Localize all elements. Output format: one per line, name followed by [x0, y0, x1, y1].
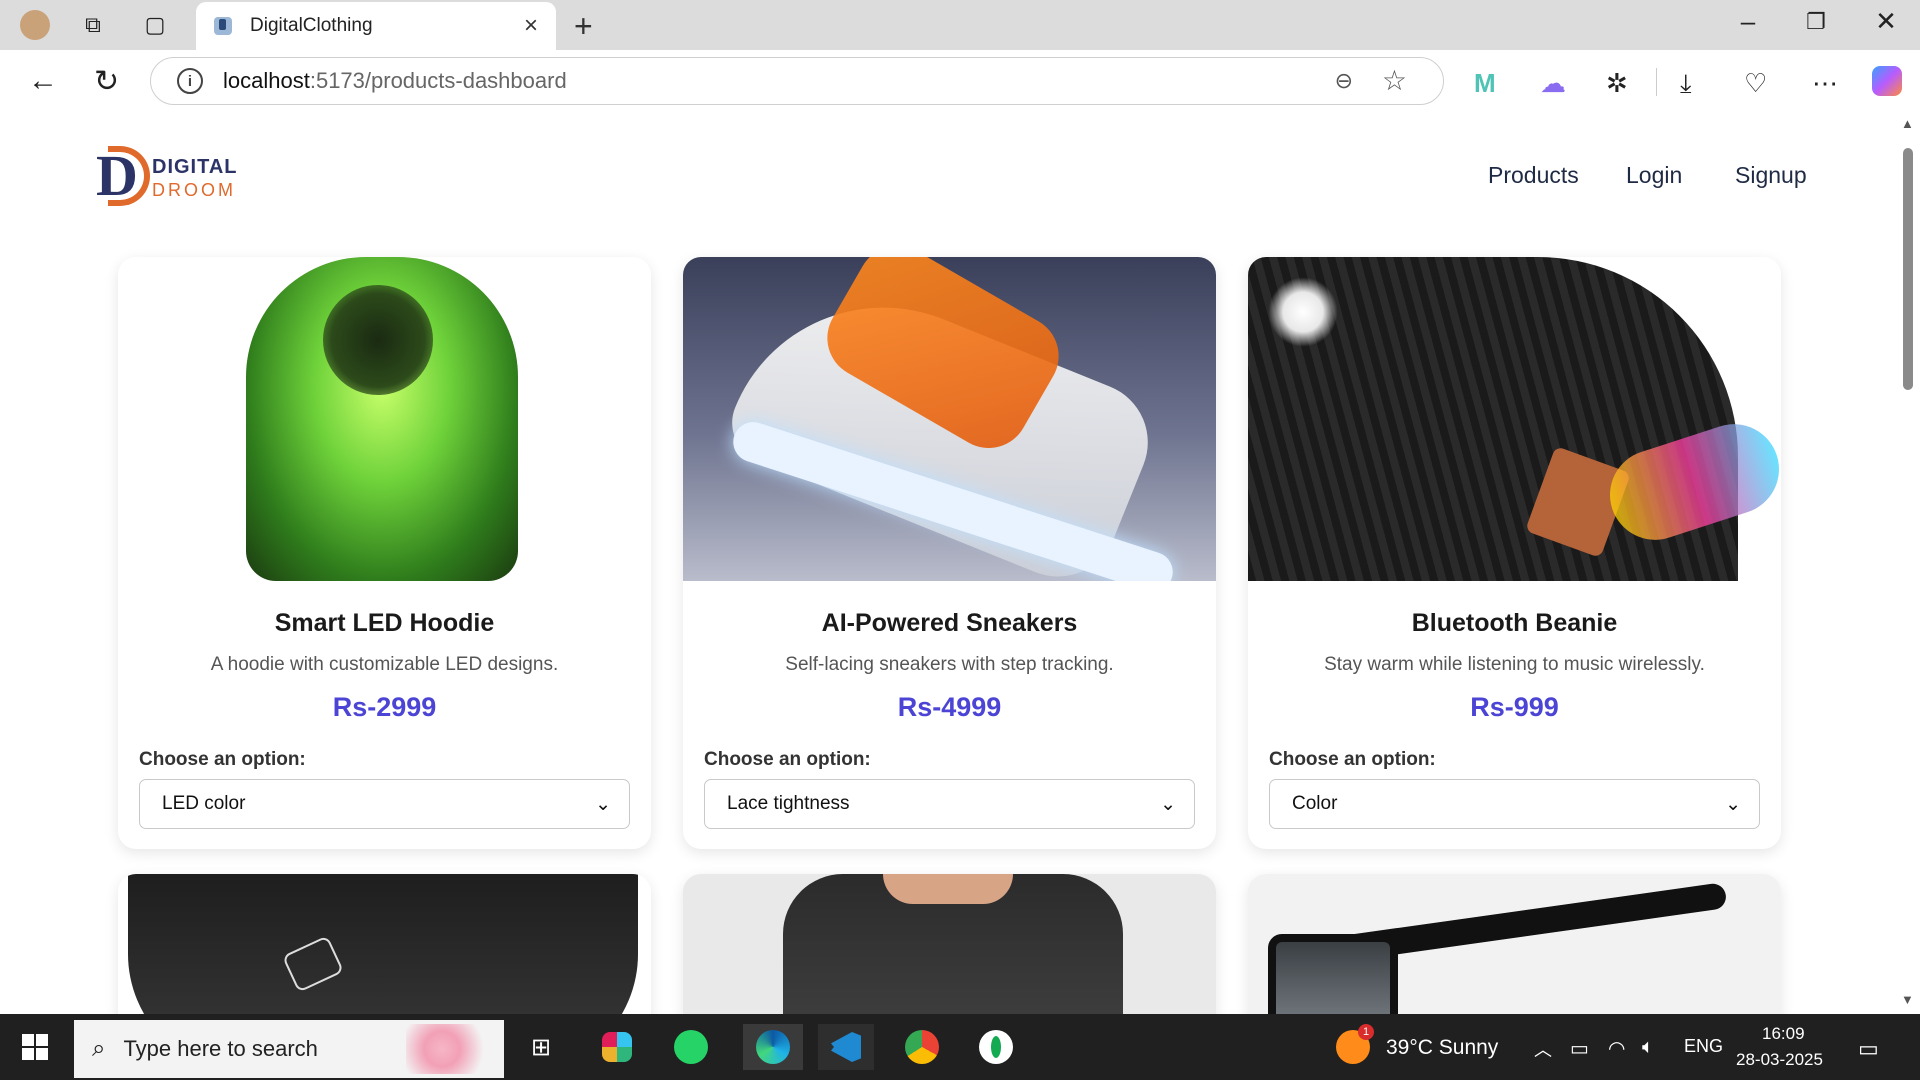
address-bar[interactable]: i localhost :5173/products-dashboard ⊖ ☆	[150, 57, 1444, 105]
vscode-icon[interactable]	[818, 1024, 874, 1070]
close-tab-icon[interactable]: ×	[524, 12, 538, 40]
taskbar: ⌕ Type here to search ⊞ 1 39°C Sunny ︿ ▭…	[0, 1014, 1920, 1080]
mongodb-compass-icon[interactable]	[968, 1024, 1024, 1070]
product-name: Smart LED Hoodie	[274, 609, 495, 637]
option-select[interactable]: Color ⌄	[1269, 779, 1760, 829]
product-price: Rs-999	[1470, 692, 1559, 722]
search-placeholder: Type here to search	[123, 1036, 318, 1061]
minimize-icon[interactable]: –	[1728, 6, 1768, 37]
clock-date[interactable]: 28-03-2025	[1736, 1050, 1823, 1070]
profile-avatar[interactable]	[20, 10, 50, 40]
site-info-icon[interactable]: i	[177, 68, 203, 94]
page-scrollbar[interactable]: ▲ ▼	[1896, 112, 1920, 1014]
more-menu-icon[interactable]: ⋯	[1812, 68, 1838, 99]
chrome-icon[interactable]	[894, 1024, 950, 1070]
product-image-smart-glasses	[1248, 874, 1781, 1014]
product-name: Bluetooth Beanie	[1411, 609, 1618, 637]
scrollbar-thumb[interactable]	[1903, 148, 1913, 390]
url-path: :5173/products-dashboard	[309, 68, 567, 93]
close-window-icon[interactable]: ✕	[1866, 6, 1906, 37]
logo-text-line2: DROOM	[152, 180, 236, 200]
product-description: Stay warm while listening to music wirel…	[1324, 654, 1705, 675]
option-label: Choose an option:	[704, 749, 871, 770]
restore-icon[interactable]: ❐	[1796, 9, 1836, 35]
workspaces-icon[interactable]: ⧉	[80, 12, 106, 38]
option-label: Choose an option:	[1269, 749, 1436, 770]
volume-icon[interactable]: 🔈︎	[1642, 1036, 1654, 1059]
chevron-down-icon: ⌄	[1160, 793, 1176, 815]
product-card: Bluetooth Beanie Stay warm while listeni…	[1248, 257, 1781, 849]
product-price: Rs-2999	[332, 692, 437, 722]
copilot-icon[interactable]	[1872, 66, 1902, 96]
nav-signup[interactable]: Signup	[1735, 162, 1807, 189]
scroll-up-icon[interactable]: ▲	[1901, 116, 1914, 131]
scroll-down-icon[interactable]: ▼	[1901, 992, 1914, 1007]
site-logo[interactable]: D DIGITAL DROOM	[96, 142, 238, 210]
search-icon: ⌕	[92, 1035, 106, 1062]
address-bar-row: ← ↻ i localhost :5173/products-dashboard…	[0, 50, 1920, 112]
product-card	[1248, 874, 1781, 1014]
browser-tab[interactable]: DigitalClothing ×	[196, 2, 556, 50]
downloads-icon[interactable]: ⤓	[1680, 68, 1692, 100]
product-name: AI-Powered Sneakers	[821, 609, 1078, 637]
slack-icon[interactable]	[594, 1024, 640, 1070]
product-description: A hoodie with customizable LED designs.	[210, 654, 559, 675]
language-indicator[interactable]: ENG	[1684, 1036, 1723, 1057]
favorite-star-icon[interactable]: ☆	[1382, 64, 1407, 97]
product-price: Rs-4999	[897, 692, 1002, 722]
nav-login[interactable]: Login	[1626, 162, 1682, 189]
edge-icon[interactable]	[743, 1024, 803, 1070]
chevron-down-icon: ⌄	[1725, 793, 1741, 815]
weather-text[interactable]: 39°C Sunny	[1386, 1036, 1498, 1060]
refresh-icon[interactable]: ↻	[94, 64, 119, 99]
weather-badge: 1	[1358, 1024, 1374, 1040]
vertical-tabs-icon[interactable]: ▢	[142, 12, 168, 38]
weather-sun-icon[interactable]: 1	[1336, 1024, 1374, 1064]
extensions-icon[interactable]: ✲	[1606, 68, 1628, 99]
option-select[interactable]: Lace tightness ⌄	[704, 779, 1195, 829]
product-image-led-hoodie	[118, 257, 651, 581]
tab-favicon	[214, 17, 232, 35]
option-selected-value: Lace tightness	[727, 793, 850, 814]
web-page: D DIGITAL DROOM Products Login Signup Sm…	[6, 112, 1896, 1014]
search-highlight-image	[406, 1024, 496, 1074]
product-image-smart-tshirt	[683, 874, 1216, 1014]
logo-arc	[108, 146, 150, 206]
clock-time[interactable]: 16:09	[1762, 1024, 1805, 1044]
toolbar-divider	[1656, 68, 1657, 96]
notifications-icon[interactable]: ▭	[1858, 1036, 1879, 1062]
battery-icon[interactable]: ▭	[1570, 1036, 1589, 1061]
product-image-heated-gloves	[118, 874, 651, 1014]
url-host: localhost	[223, 68, 310, 93]
tab-strip: ⧉ ▢ DigitalClothing × + – ❐ ✕	[0, 0, 1920, 50]
nav-products[interactable]: Products	[1488, 162, 1579, 189]
extension-cloud-icon[interactable]: ☁	[1540, 68, 1566, 99]
logo-text-line1: DIGITAL	[152, 156, 238, 178]
chevron-down-icon: ⌄	[595, 793, 611, 815]
back-icon[interactable]: ←	[28, 64, 58, 98]
option-label: Choose an option:	[139, 749, 306, 770]
taskbar-search-box[interactable]: ⌕ Type here to search	[74, 1020, 504, 1078]
option-selected-value: Color	[1292, 793, 1338, 814]
tab-title: DigitalClothing	[250, 15, 373, 36]
whatsapp-icon[interactable]	[668, 1024, 714, 1070]
option-selected-value: LED color	[162, 793, 246, 814]
windows-start-icon[interactable]	[22, 1034, 48, 1060]
product-image-ai-sneakers	[683, 257, 1216, 581]
browser-essentials-icon[interactable]: ♡	[1744, 68, 1767, 99]
product-card	[118, 874, 651, 1014]
zoom-icon[interactable]: ⊖	[1335, 68, 1353, 94]
product-image-bluetooth-beanie	[1248, 257, 1781, 581]
product-card: AI-Powered Sneakers Self-lacing sneakers…	[683, 257, 1216, 849]
product-description: Self-lacing sneakers with step tracking.	[785, 654, 1114, 675]
task-view-icon[interactable]: ⊞	[518, 1024, 564, 1070]
wifi-icon[interactable]: ◠	[1608, 1036, 1625, 1061]
product-card	[683, 874, 1216, 1014]
extension-m-icon[interactable]: M	[1474, 68, 1496, 99]
new-tab-icon[interactable]: +	[574, 8, 593, 45]
product-card: Smart LED Hoodie A hoodie with customiza…	[118, 257, 651, 849]
browser-chrome: ⧉ ▢ DigitalClothing × + – ❐ ✕ ← ↻ i loca…	[0, 0, 1920, 112]
option-select[interactable]: LED color ⌄	[139, 779, 630, 829]
hidden-icons-chevron-icon[interactable]: ︿	[1534, 1036, 1552, 1062]
